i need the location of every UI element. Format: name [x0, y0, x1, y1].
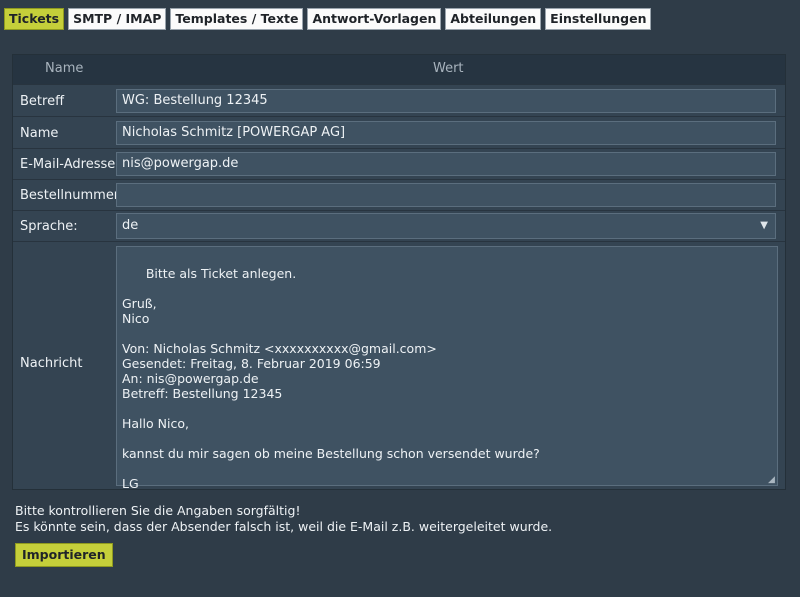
tab-einstellungen[interactable]: Einstellungen — [545, 8, 652, 30]
email-input[interactable]: nis@powergap.de — [116, 152, 776, 176]
column-header-value: Wert — [433, 61, 464, 76]
tab-abteilungen[interactable]: Abteilungen — [445, 8, 542, 30]
message-label: Nachricht — [20, 356, 83, 371]
tab-bar: Tickets SMTP / IMAP Templates / Texte An… — [4, 8, 652, 30]
row-email: E-Mail-Adresse nis@powergap.de — [13, 148, 785, 180]
language-value: de — [122, 218, 139, 233]
name-label: Name — [20, 126, 59, 141]
tab-tickets[interactable]: Tickets — [4, 8, 65, 30]
verification-notice: Bitte kontrollieren Sie die Angaben sorg… — [15, 503, 552, 535]
notice-line-2: Es könnte sein, dass der Absender falsch… — [15, 519, 553, 534]
row-order-number: Bestellnummer — [13, 179, 785, 211]
subject-input[interactable]: WG: Bestellung 12345 — [116, 89, 776, 113]
tab-smtp-imap[interactable]: SMTP / IMAP — [68, 8, 167, 30]
resize-grip-icon[interactable]: ◢ — [768, 476, 776, 485]
row-language: Sprache: de ▼ — [13, 210, 785, 242]
chevron-down-icon: ▼ — [760, 220, 768, 231]
column-header-name: Name — [45, 61, 84, 76]
name-input[interactable]: Nicholas Schmitz [POWERGAP AG] — [116, 121, 776, 145]
message-textarea[interactable]: Bitte als Ticket anlegen. Gruß, Nico Von… — [116, 246, 778, 491]
subject-label: Betreff — [20, 94, 65, 109]
order-number-label: Bestellnummer — [20, 188, 120, 203]
import-button[interactable]: Importieren — [15, 543, 113, 567]
order-number-input[interactable] — [116, 183, 776, 207]
row-message: Nachricht Bitte als Ticket anlegen. Gruß… — [13, 241, 785, 491]
notice-line-1: Bitte kontrollieren Sie die Angaben sorg… — [15, 503, 301, 518]
email-label: E-Mail-Adresse — [20, 157, 116, 172]
language-label: Sprache: — [20, 219, 78, 234]
row-subject: Betreff WG: Bestellung 12345 — [13, 84, 785, 117]
language-select[interactable]: de ▼ — [116, 213, 776, 239]
tab-antwort-vorlagen[interactable]: Antwort-Vorlagen — [307, 8, 442, 30]
row-name: Name Nicholas Schmitz [POWERGAP AG] — [13, 116, 785, 149]
table-header: Name Wert — [13, 55, 785, 84]
tab-templates[interactable]: Templates / Texte — [170, 8, 304, 30]
message-text: Bitte als Ticket anlegen. Gruß, Nico Von… — [122, 266, 540, 491]
ticket-import-form: Name Wert Betreff WG: Bestellung 12345 N… — [12, 54, 786, 491]
